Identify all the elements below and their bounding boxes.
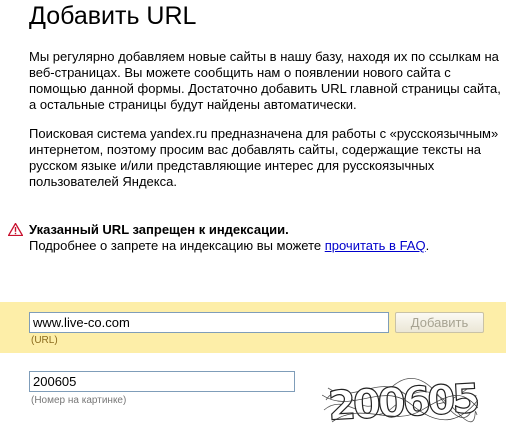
warning-text: Подробнее о запрете на индексацию вы мож…	[29, 238, 429, 254]
faq-link[interactable]: прочитать в FAQ	[325, 238, 426, 253]
captcha-field-label: (Номер на картинке)	[31, 395, 127, 406]
warning-text-before: Подробнее о запрете на индексацию вы мож…	[29, 238, 325, 253]
intro-paragraph-1: Мы регулярно добавляем новые сайты в наш…	[29, 49, 501, 112]
url-field-label: (URL)	[31, 335, 58, 346]
warning-text-after: .	[425, 238, 430, 253]
captcha-digits: 200605	[327, 376, 478, 428]
captcha-image: 200605	[322, 375, 478, 428]
add-button[interactable]: Добавить	[395, 312, 484, 333]
captcha-input[interactable]	[29, 371, 295, 392]
url-form-band: Добавить (URL)	[0, 302, 506, 353]
warning-title: Указанный URL запрещен к индексации.	[29, 222, 289, 237]
intro-paragraph-2: Поисковая система yandex.ru предназначен…	[29, 126, 499, 189]
url-input[interactable]	[29, 312, 389, 333]
page-title: Добавить URL	[29, 2, 197, 30]
add-url-page: Добавить URL Мы регулярно добавляем новы…	[0, 0, 521, 428]
warning-triangle-icon	[8, 223, 23, 236]
